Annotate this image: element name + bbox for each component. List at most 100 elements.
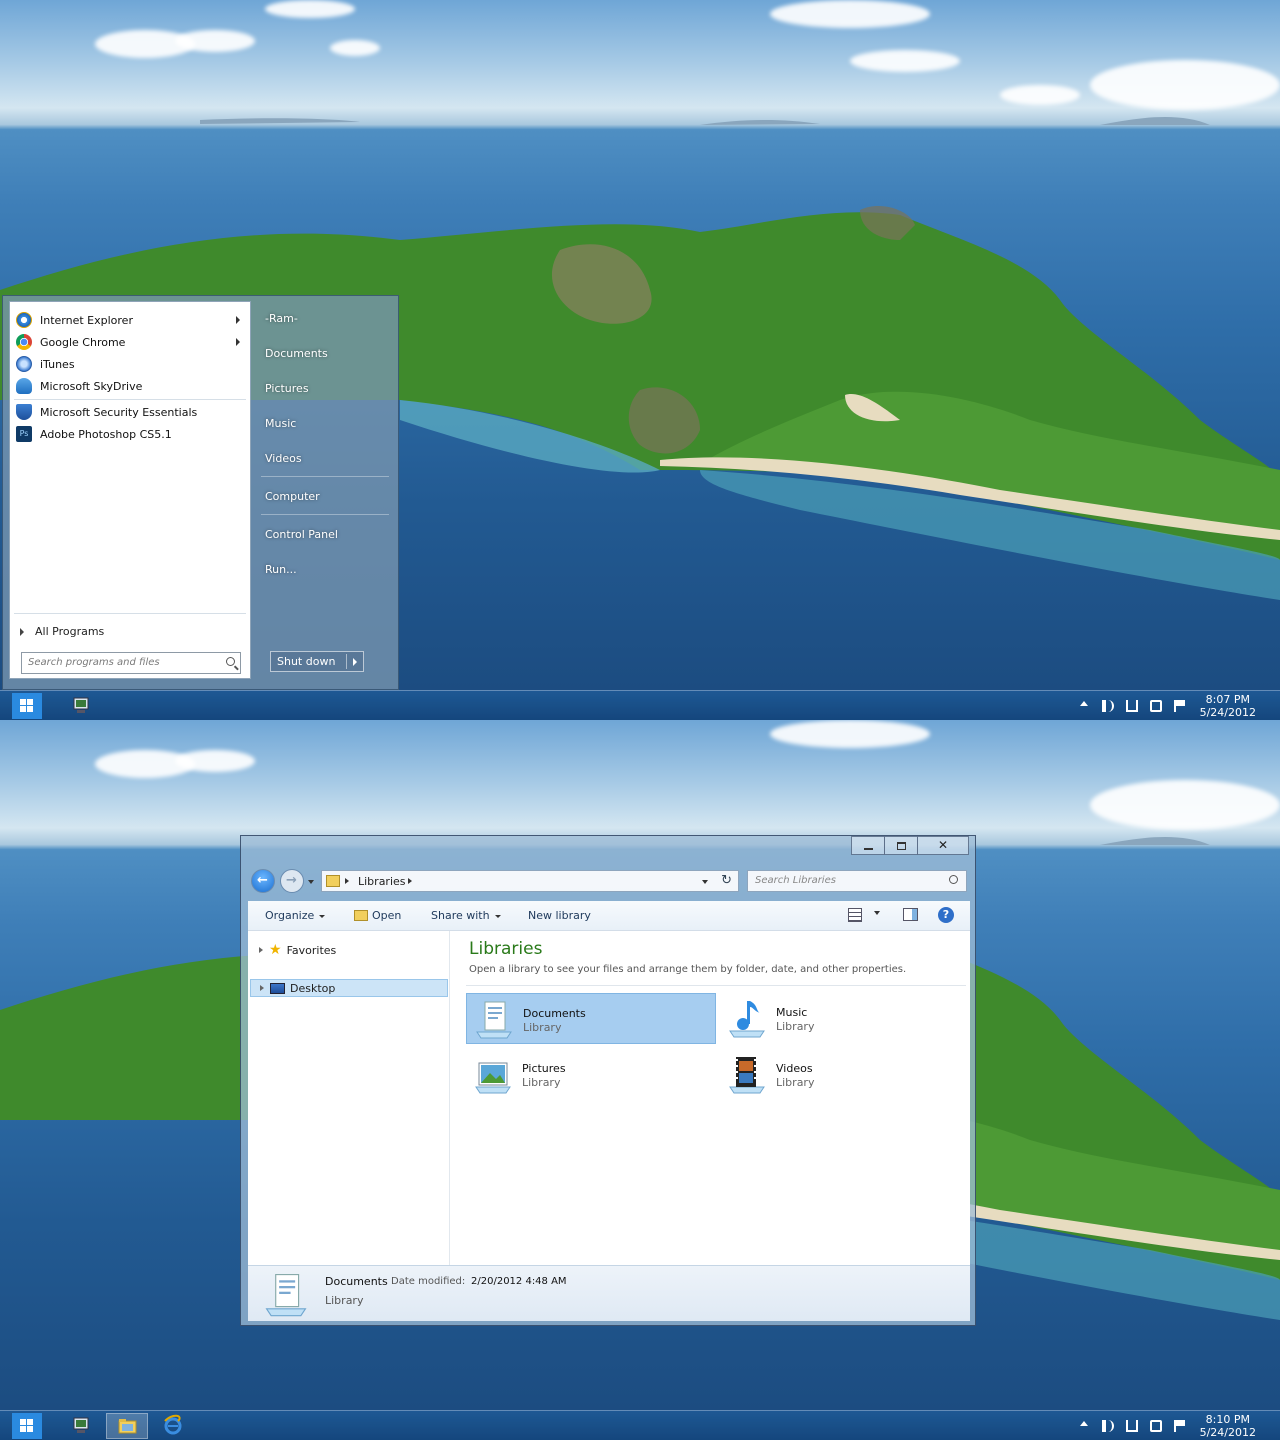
submenu-arrow-icon[interactable] — [236, 338, 240, 346]
videos-library-icon — [729, 1057, 765, 1094]
library-pictures[interactable]: Pictures Library — [466, 1049, 716, 1100]
clock-date: 5/24/2012 — [1199, 706, 1256, 719]
documents-library-icon — [476, 1001, 512, 1039]
open-button[interactable]: Open — [354, 909, 401, 922]
start-item-skydrive[interactable]: Microsoft SkyDrive — [14, 375, 246, 397]
start-right-music[interactable]: Music — [265, 417, 296, 430]
share-with-menu[interactable]: Share with — [431, 909, 501, 922]
taskbar-computer-button[interactable] — [60, 693, 102, 719]
documents-library-icon — [265, 1274, 307, 1317]
taskbar-explorer-button[interactable] — [106, 1413, 148, 1439]
breadcrumb-libraries[interactable]: Libraries — [358, 875, 406, 888]
network-icon[interactable] — [1126, 700, 1138, 712]
start-item-label: Microsoft Security Essentials — [40, 405, 198, 419]
clock[interactable]: 8:07 PM 5/24/2012 — [1200, 693, 1256, 719]
search-icon — [226, 657, 235, 666]
forward-button[interactable]: → — [280, 869, 304, 893]
forward-arrow-icon: → — [286, 873, 297, 888]
view-dropdown-arrow-icon[interactable] — [874, 911, 880, 915]
start-button[interactable] — [12, 1413, 42, 1439]
volume-icon[interactable] — [1102, 1420, 1114, 1432]
shutdown-options-arrow-icon[interactable] — [353, 658, 357, 666]
start-item-label: Adobe Photoshop CS5.1 — [40, 427, 172, 441]
start-right-computer[interactable]: Computer — [265, 490, 320, 503]
library-documents[interactable]: Documents Library — [466, 993, 716, 1044]
all-programs-button[interactable]: All Programs — [20, 625, 104, 638]
internet-explorer-icon — [164, 1414, 182, 1435]
shutdown-button[interactable]: Shut down — [270, 651, 364, 672]
network-icon[interactable] — [1126, 1420, 1138, 1432]
details-date-value: 2/20/2012 4:48 AM — [471, 1276, 567, 1287]
expand-arrow-icon[interactable] — [259, 947, 263, 953]
clock-time: 8:10 PM — [1205, 1413, 1250, 1426]
minimize-button[interactable] — [851, 836, 885, 855]
clock-time: 8:07 PM — [1205, 693, 1250, 706]
details-pane: Documents Date modified: 2/20/2012 4:48 … — [248, 1265, 970, 1321]
start-item-photoshop[interactable]: Ps Adobe Photoshop CS5.1 — [14, 423, 246, 445]
start-right-pictures[interactable]: Pictures — [265, 382, 309, 395]
maximize-button[interactable] — [884, 836, 918, 855]
view-options-icon[interactable] — [848, 908, 862, 922]
action-center-flag-icon[interactable] — [1174, 700, 1185, 712]
system-tray: 8:10 PM 5/24/2012 — [1060, 1411, 1280, 1440]
start-menu: Internet Explorer Google Chrome iTunes M… — [2, 295, 399, 690]
start-right-run[interactable]: Run... — [265, 563, 297, 576]
library-music[interactable]: Music Library — [720, 993, 970, 1044]
power-icon[interactable] — [1150, 700, 1162, 712]
new-library-button[interactable]: New library — [528, 909, 591, 922]
start-item-internet-explorer[interactable]: Internet Explorer — [14, 309, 246, 331]
recent-locations-arrow-icon[interactable] — [308, 880, 314, 884]
nav-favorites[interactable]: ★ Favorites — [250, 941, 448, 959]
nav-desktop[interactable]: Desktop — [250, 979, 448, 997]
submenu-arrow-icon[interactable] — [236, 316, 240, 324]
desktop-top: Internet Explorer Google Chrome iTunes M… — [0, 0, 1280, 720]
start-item-security-essentials[interactable]: Microsoft Security Essentials — [14, 401, 246, 423]
internet-explorer-icon — [16, 312, 32, 328]
library-videos[interactable]: Videos Library — [720, 1049, 970, 1100]
clock[interactable]: 8:10 PM 5/24/2012 — [1200, 1413, 1256, 1439]
explorer-body: ★ Favorites Desktop Libraries Open a lib… — [248, 931, 970, 1265]
power-icon[interactable] — [1150, 1420, 1162, 1432]
details-kind: Library — [325, 1294, 364, 1307]
start-item-label: Google Chrome — [40, 335, 126, 349]
start-item-label: iTunes — [40, 357, 75, 371]
file-explorer-icon — [118, 1419, 137, 1434]
volume-icon[interactable] — [1102, 700, 1114, 712]
taskbar: 8:10 PM 5/24/2012 — [0, 1410, 1280, 1440]
start-item-itunes[interactable]: iTunes — [14, 353, 246, 375]
start-right-documents[interactable]: Documents — [265, 347, 328, 360]
taskbar-computer-button[interactable] — [60, 1413, 102, 1439]
start-right-videos[interactable]: Videos — [265, 452, 302, 465]
windows-logo-icon — [20, 1419, 34, 1433]
address-history-arrow-icon[interactable] — [702, 880, 708, 884]
window-controls: ✕ — [851, 836, 969, 856]
close-button[interactable]: ✕ — [917, 836, 969, 855]
favorites-star-icon: ★ — [269, 942, 282, 958]
organize-menu[interactable]: Organize — [265, 909, 326, 922]
start-right-user[interactable]: -Ram- — [265, 312, 298, 325]
expand-arrow-icon[interactable] — [260, 985, 264, 991]
refresh-icon[interactable]: ↻ — [721, 873, 732, 888]
action-center-flag-icon[interactable] — [1174, 1420, 1185, 1432]
start-right-control-panel[interactable]: Control Panel — [265, 528, 338, 541]
start-item-label: Microsoft SkyDrive — [40, 379, 143, 393]
library-name: Documents — [523, 1007, 586, 1020]
show-hidden-icons-arrow-icon[interactable] — [1080, 1421, 1088, 1426]
chrome-icon — [16, 334, 32, 350]
library-kind: Library — [776, 1076, 815, 1089]
address-bar[interactable]: Libraries ↻ — [321, 870, 739, 892]
preview-pane-icon[interactable] — [903, 908, 918, 921]
content-pane: Libraries Open a library to see your fil… — [458, 931, 970, 1265]
explorer-window: ✕ ← → Libraries ↻ Search Libraries Organ… — [240, 835, 976, 1326]
start-search-input[interactable]: Search programs and files — [21, 652, 241, 674]
help-icon[interactable]: ? — [938, 907, 954, 923]
search-libraries-input[interactable]: Search Libraries — [747, 870, 967, 892]
all-programs-label: All Programs — [35, 625, 105, 638]
taskbar-internet-explorer-button[interactable] — [152, 1413, 194, 1439]
nav-favorites-label: Favorites — [286, 943, 337, 957]
start-item-google-chrome[interactable]: Google Chrome — [14, 331, 246, 353]
back-button[interactable]: ← — [251, 869, 275, 893]
start-button[interactable] — [12, 693, 42, 719]
show-hidden-icons-arrow-icon[interactable] — [1080, 701, 1088, 706]
clock-date: 5/24/2012 — [1199, 1426, 1256, 1439]
